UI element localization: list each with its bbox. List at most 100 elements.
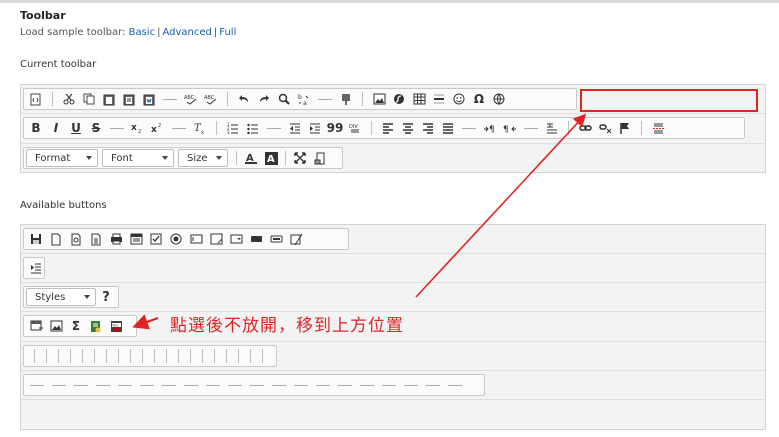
format-combo[interactable]: Format [26,149,98,167]
source-icon[interactable] [26,90,46,108]
show-blocks-icon[interactable] [310,149,330,167]
blockquote-icon[interactable]: 99 [325,119,345,137]
bulleted-list-icon[interactable] [243,119,263,137]
paste-word-icon[interactable] [139,90,159,108]
dash-item[interactable] [118,384,132,386]
dash-item[interactable] [448,384,462,386]
cut-icon[interactable] [59,90,79,108]
dash-item[interactable] [30,384,44,386]
dash-item[interactable] [294,384,308,386]
anchor-icon[interactable] [615,119,635,137]
select-icon[interactable] [226,230,246,248]
find-icon[interactable] [274,90,294,108]
bold-icon[interactable]: B [26,119,46,137]
dash-item[interactable] [74,384,88,386]
smiley-icon[interactable] [449,90,469,108]
separator-item[interactable] [124,347,136,365]
separator-item[interactable] [64,347,76,365]
image-icon[interactable] [369,90,389,108]
dash-item[interactable] [206,384,220,386]
form-icon[interactable] [126,230,146,248]
preview-icon[interactable] [66,230,86,248]
dash-item[interactable] [96,384,110,386]
scayt-icon[interactable]: ABC [201,90,221,108]
separator-item[interactable] [148,347,160,365]
separator-item[interactable] [244,347,256,365]
dash-item[interactable] [228,384,242,386]
redo-icon[interactable] [254,90,274,108]
dash-item[interactable] [140,384,154,386]
new-page-icon[interactable] [46,230,66,248]
link-icon[interactable] [575,119,595,137]
textfield-icon[interactable] [186,230,206,248]
image-button-icon[interactable] [266,230,286,248]
text-color-icon[interactable]: A [241,149,261,167]
dash-item[interactable] [250,384,264,386]
help-button[interactable]: ? [96,288,116,306]
dash-item[interactable] [338,384,352,386]
dash-item[interactable] [316,384,330,386]
outdent-icon[interactable] [285,119,305,137]
maximize-icon[interactable] [290,149,310,167]
text-direction-ltr-icon[interactable]: ¶ [480,119,500,137]
subscript-icon[interactable]: x2 [128,119,148,137]
placeholder-icon[interactable] [336,90,356,108]
special-char-icon[interactable]: Ω [469,90,489,108]
dash-item[interactable] [272,384,286,386]
copy-icon[interactable] [79,90,99,108]
create-div-icon[interactable]: DIV [345,119,365,137]
dash-item[interactable] [52,384,66,386]
dash-item[interactable] [426,384,440,386]
paste-text-icon[interactable] [119,90,139,108]
superscript-icon[interactable]: x2 [148,119,168,137]
horizontal-rule-icon[interactable] [429,90,449,108]
separator-item[interactable] [196,347,208,365]
radio-icon[interactable] [166,230,186,248]
image-icon[interactable] [46,317,66,335]
bg-color-icon[interactable]: A [261,149,281,167]
paste-icon[interactable] [99,90,119,108]
separator-item[interactable] [88,347,100,365]
page-break-icon[interactable] [648,119,668,137]
dash-item[interactable] [360,384,374,386]
dash-item[interactable] [404,384,418,386]
separator-item[interactable] [52,347,64,365]
dash-item[interactable] [184,384,198,386]
separator-item[interactable] [232,347,244,365]
separator-item[interactable] [184,347,196,365]
separator-item[interactable] [256,347,268,365]
separator-item[interactable] [100,347,112,365]
separator-item[interactable] [172,347,184,365]
separator-item[interactable] [136,347,148,365]
hidden-field-icon[interactable] [286,230,306,248]
flash-icon[interactable] [389,90,409,108]
spellcheck-icon[interactable]: ABC [181,90,201,108]
font-combo[interactable]: Font [102,149,174,167]
templates-icon[interactable] [86,230,106,248]
dash-item[interactable] [382,384,396,386]
link-basic[interactable]: Basic [129,27,155,38]
size-combo[interactable]: Size [178,149,228,167]
undo-icon[interactable] [234,90,254,108]
numbered-list-icon[interactable]: 123 [223,119,243,137]
table-plus-icon[interactable] [26,317,46,335]
separator-item[interactable] [76,347,88,365]
print-icon[interactable] [106,230,126,248]
strike-icon[interactable]: S [86,119,106,137]
link-advanced[interactable]: Advanced [162,27,211,38]
separator-item[interactable] [160,347,172,365]
math-sigma-icon[interactable]: Σ [66,317,86,335]
separator-item[interactable] [220,347,232,365]
save-icon[interactable] [26,230,46,248]
justify-icon[interactable] [438,119,458,137]
iframe-icon[interactable] [489,90,509,108]
text-direction-rtl-icon[interactable]: ¶ [500,119,520,137]
align-left-icon[interactable] [378,119,398,137]
underline-icon[interactable]: U [66,119,86,137]
indent-block-icon[interactable] [26,259,46,277]
indent-icon[interactable] [305,119,325,137]
code-snippet-icon[interactable] [86,317,106,335]
textarea-icon[interactable] [206,230,226,248]
separator-item[interactable] [208,347,220,365]
table-icon[interactable] [409,90,429,108]
